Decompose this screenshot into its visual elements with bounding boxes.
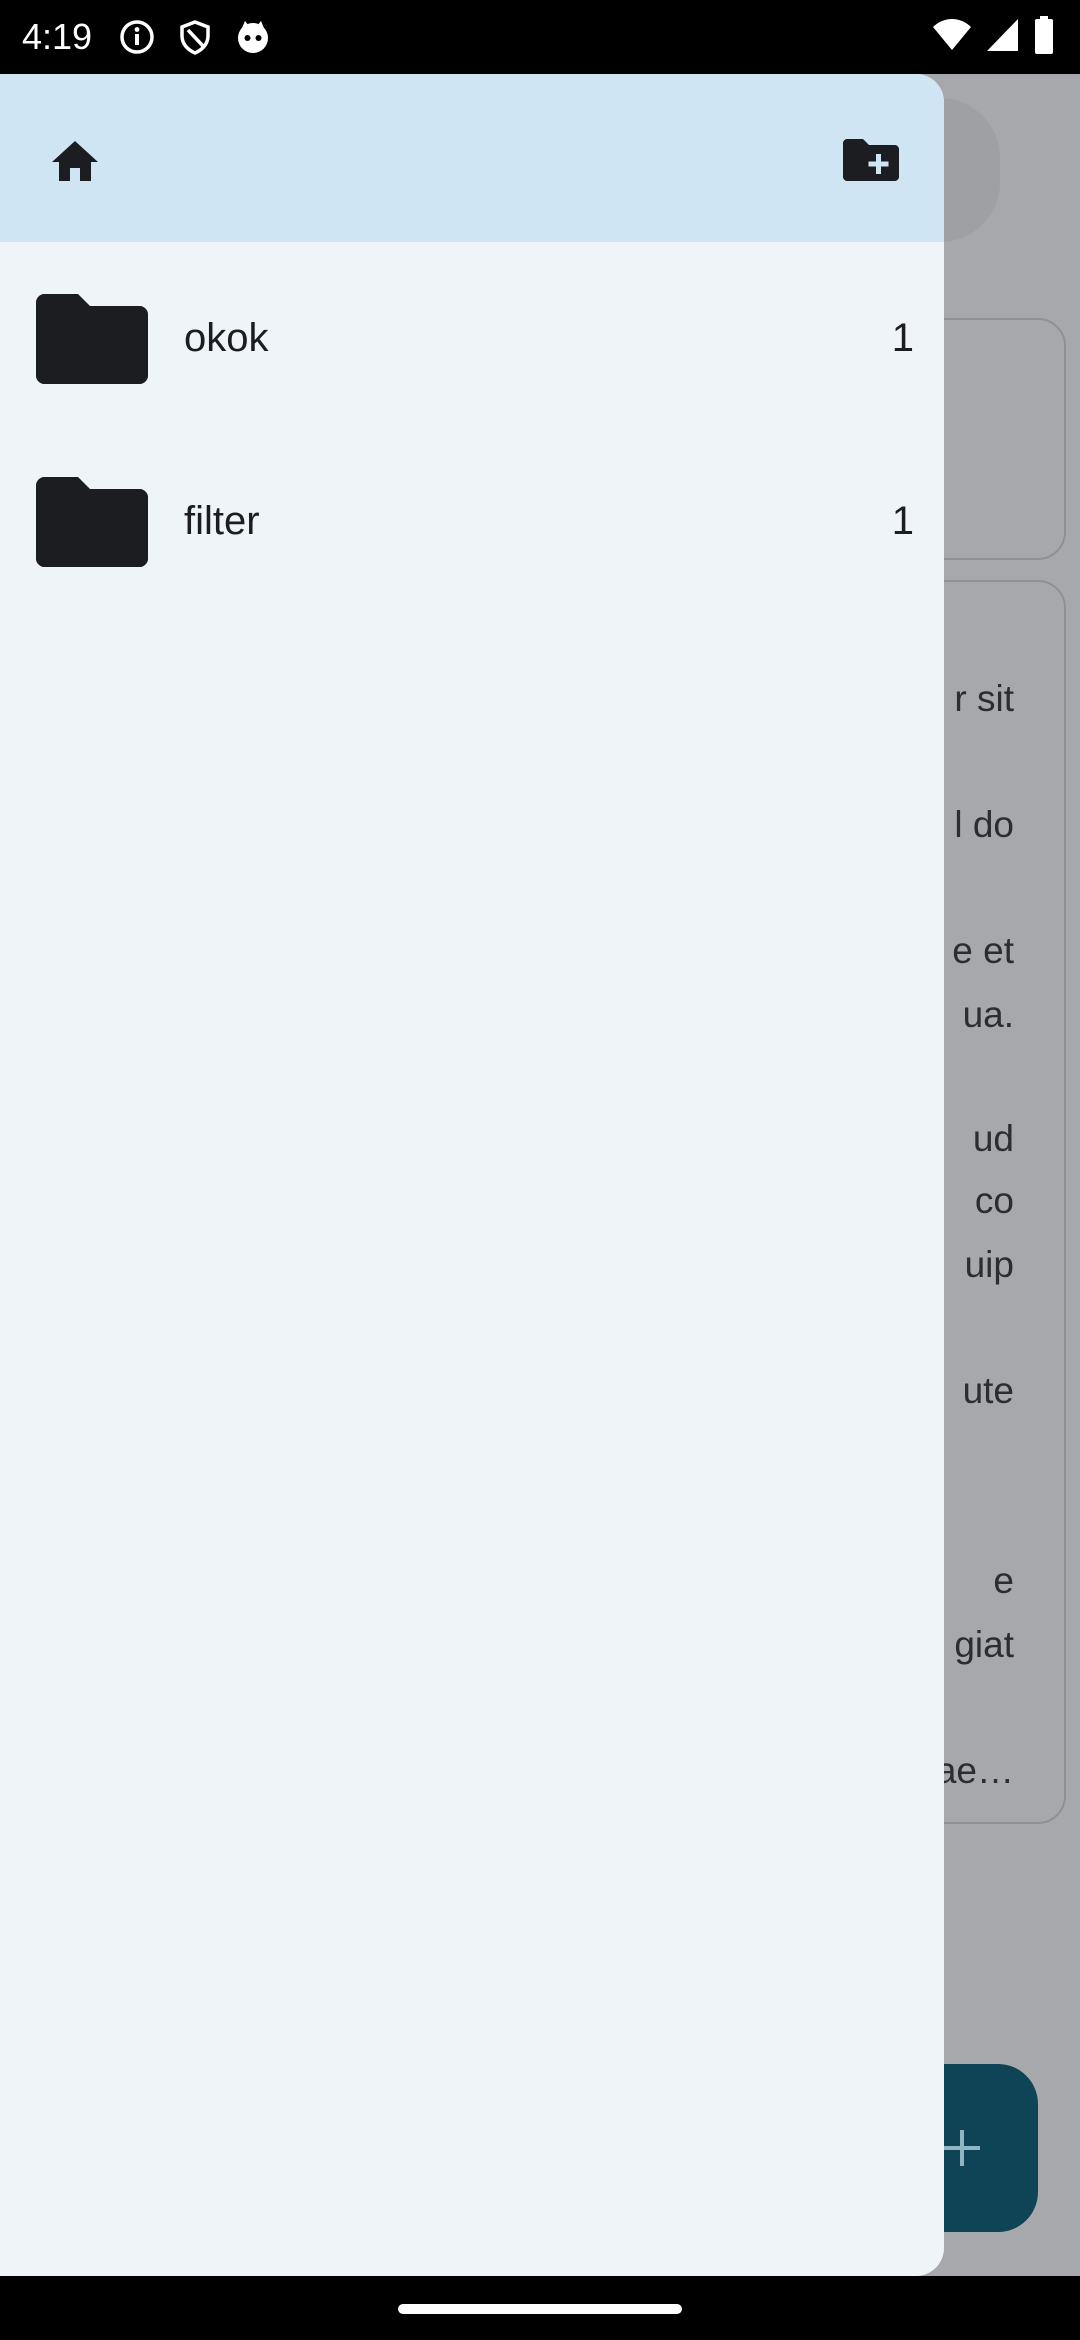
- folder-count: 1: [891, 316, 914, 360]
- background-card-text: uip: [964, 1244, 1014, 1285]
- folder-icon: [36, 292, 148, 384]
- cellular-signal-icon: [986, 18, 1020, 57]
- background-card-text: ud: [972, 1118, 1014, 1159]
- folder-item-okok[interactable]: okok 1: [0, 242, 944, 422]
- cat-face-icon: [234, 18, 272, 56]
- status-time: 4:19: [22, 16, 93, 57]
- new-folder-button[interactable]: [836, 126, 906, 196]
- background-card-text: e et: [952, 930, 1014, 971]
- gesture-handle[interactable]: [398, 2304, 682, 2314]
- background-card-text: l do: [954, 804, 1014, 845]
- info-icon: [118, 18, 156, 56]
- navigation-drawer: okok 1 filter 1: [0, 74, 944, 2276]
- folder-icon: [36, 475, 148, 567]
- drawer-header: [0, 74, 944, 242]
- background-card-text: ute: [962, 1370, 1014, 1411]
- navigation-bar: [0, 2276, 1080, 2340]
- home-button[interactable]: [40, 128, 110, 198]
- plus-icon: [942, 2128, 982, 2168]
- folder-count: 1: [891, 499, 914, 543]
- status-bar: 4:19: [0, 0, 1080, 74]
- folder-name: okok: [184, 316, 269, 360]
- home-icon: [50, 139, 100, 188]
- background-card-text: r sit: [954, 678, 1014, 719]
- status-right-icons: [932, 15, 1054, 59]
- background-card-text: giat: [954, 1624, 1014, 1665]
- background-card-text: e: [993, 1560, 1014, 1601]
- background-card-text: ua.: [962, 994, 1014, 1035]
- folder-name: filter: [184, 499, 260, 543]
- battery-icon: [1034, 15, 1054, 59]
- background-card-text: co: [974, 1180, 1014, 1221]
- shield-icon: [176, 18, 214, 56]
- folder-item-filter[interactable]: filter 1: [0, 425, 944, 605]
- screen: 4:19 r sit l do e et ua. ud co uip ute e…: [0, 0, 1080, 2340]
- create-new-folder-icon: [843, 137, 899, 186]
- background-card-text: ae…: [935, 1750, 1014, 1791]
- wifi-icon: [932, 18, 972, 57]
